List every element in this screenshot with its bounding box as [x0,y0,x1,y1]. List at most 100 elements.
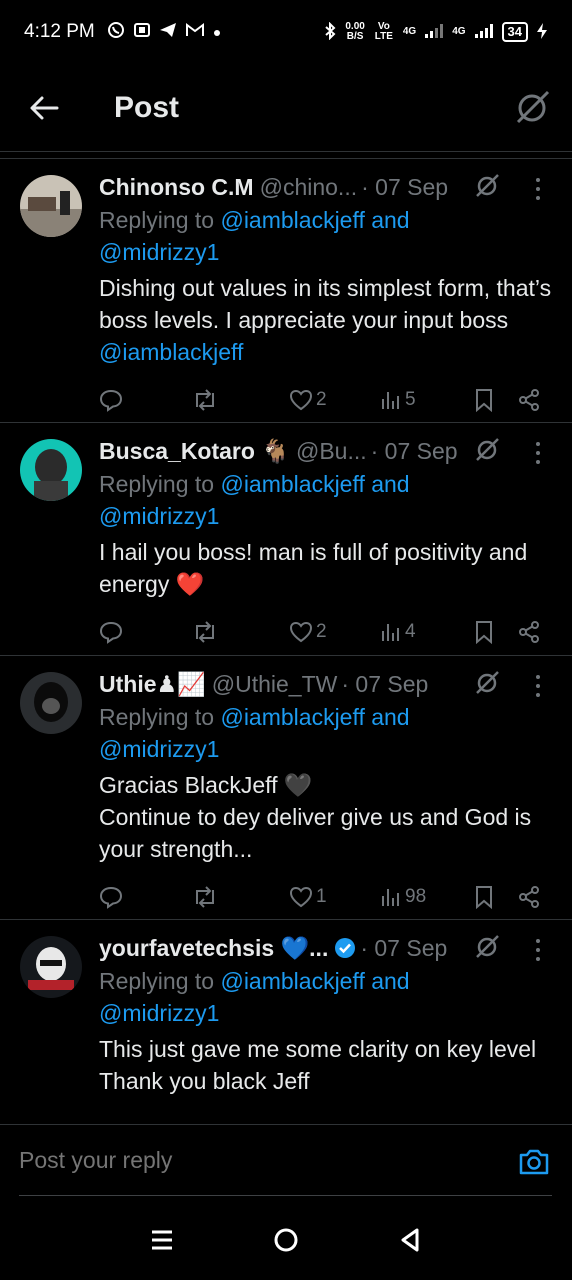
grok-icon [476,935,499,958]
user-handle[interactable]: @Uthie_TW [212,671,338,698]
share-icon [519,621,539,643]
back-arrow-icon [30,96,59,119]
more-options-button[interactable] [526,175,550,203]
share-button[interactable] [517,614,541,650]
reply-text: Dishing out values in its simplest form,… [99,275,552,365]
grok-icon [476,671,499,694]
back-triangle-icon [401,1228,419,1252]
gmail-icon [185,23,204,41]
volte-indicator: Vo LTE [374,21,393,42]
like-button[interactable]: 1 [289,879,327,915]
mention-link[interactable]: @iamblackjeff and [220,968,409,994]
replying-to: Replying to @iamblackjeff and @midrizzy1 [99,471,410,529]
reply-input[interactable] [19,1147,479,1174]
comment-icon [99,389,123,412]
mention-link[interactable]: @midrizzy1 [99,1000,219,1026]
like-count: 1 [316,886,327,907]
reply-item[interactable]: Busca_Kotaro 🐐 @Bu... · 07 Sep Replying … [0,423,572,656]
share-button[interactable] [517,879,541,915]
views-button[interactable]: 98 [380,879,426,915]
repost-button[interactable] [192,879,218,915]
charging-icon [536,22,548,43]
more-options-button[interactable] [526,936,550,964]
reply-button[interactable] [99,614,123,650]
top-app-bar: Post [0,64,572,152]
like-button[interactable]: 2 [289,382,327,418]
input-underline [19,1195,552,1196]
app-icon [133,22,150,42]
reply-item[interactable]: yourfavetechsis 💙... · 07 Sep Replying t… [0,920,572,1122]
back-button[interactable] [0,64,88,152]
back-nav-button[interactable] [390,1220,430,1260]
mention-link[interactable]: @iamblackjeff and [220,207,409,233]
status-bar: 4:12 PM 0.00 B/S Vo LTE 4G 4G 34 [0,0,572,64]
network-type-2: 4G [452,26,466,37]
mention-link[interactable]: @midrizzy1 [99,239,219,265]
avatar[interactable] [20,175,82,237]
grok-analyze-button[interactable] [474,173,502,201]
bookmark-button[interactable] [474,879,494,915]
page-title: Post [114,90,180,124]
repost-icon [196,389,214,411]
home-button[interactable] [266,1220,306,1260]
recents-button[interactable] [142,1220,182,1260]
views-icon [382,889,399,906]
grok-button[interactable] [512,88,552,128]
user-handle[interactable]: @Bu... [296,438,367,465]
repost-icon [196,886,214,908]
bookmark-button[interactable] [474,382,494,418]
avatar[interactable] [20,672,82,734]
telegram-icon [159,22,177,42]
system-nav-bar [0,1200,572,1280]
display-name[interactable]: Uthie♟📈 [99,671,206,698]
mention-link[interactable]: @iamblackjeff and [220,471,409,497]
like-count: 2 [316,389,327,410]
post-date: · 07 Sep [341,670,429,697]
camera-button[interactable] [518,1147,550,1179]
like-count: 2 [316,621,327,642]
grok-analyze-button[interactable] [474,437,502,465]
views-count: 5 [405,389,416,410]
views-button[interactable]: 4 [380,614,416,650]
whatsapp-icon [107,21,125,43]
bookmark-icon [476,389,492,412]
mention-link[interactable]: @iamblackjeff [99,339,243,365]
status-time: 4:12 PM [24,21,95,42]
reply-item[interactable]: Uthie♟📈 @Uthie_TW · 07 Sep Replying to @… [0,656,572,920]
reply-button[interactable] [99,382,123,418]
replying-to: Replying to @iamblackjeff and @midrizzy1 [99,704,410,762]
grok-analyze-button[interactable] [474,670,502,698]
bookmark-icon [476,621,492,644]
bluetooth-icon [323,21,337,43]
bookmark-button[interactable] [474,614,494,650]
views-icon [382,624,399,641]
more-options-button[interactable] [526,439,550,467]
display-name[interactable]: Chinonso C.M [99,174,254,201]
views-count: 98 [405,886,427,907]
more-options-button[interactable] [526,672,550,700]
grok-icon [476,438,499,461]
mention-link[interactable]: @midrizzy1 [99,736,219,762]
views-button[interactable]: 5 [380,382,416,418]
mention-link[interactable]: @iamblackjeff and [220,704,409,730]
repost-button[interactable] [192,382,218,418]
replies-feed[interactable]: Chinonso C.M @chino... · 07 Sep Replying… [0,158,572,1122]
avatar[interactable] [20,439,82,501]
like-button[interactable]: 2 [289,614,327,650]
user-handle[interactable]: @chino... [260,174,358,201]
repost-button[interactable] [192,614,218,650]
dot-icon [213,24,221,41]
verified-badge-icon [334,937,356,959]
avatar[interactable] [20,936,82,998]
grok-analyze-button[interactable] [474,934,502,962]
display-name[interactable]: Busca_Kotaro 🐐 [99,438,290,465]
system-icons: 0.00 B/S Vo LTE 4G 4G 34 [323,21,548,43]
replying-to: Replying to @iamblackjeff and @midrizzy1 [99,207,410,265]
reply-composer [0,1124,572,1200]
reply-button[interactable] [99,879,123,915]
share-button[interactable] [517,382,541,418]
mention-link[interactable]: @midrizzy1 [99,503,219,529]
display-name[interactable]: yourfavetechsis 💙... [99,935,328,962]
reply-item[interactable]: Chinonso C.M @chino... · 07 Sep Replying… [0,159,572,423]
grok-icon [516,90,550,123]
